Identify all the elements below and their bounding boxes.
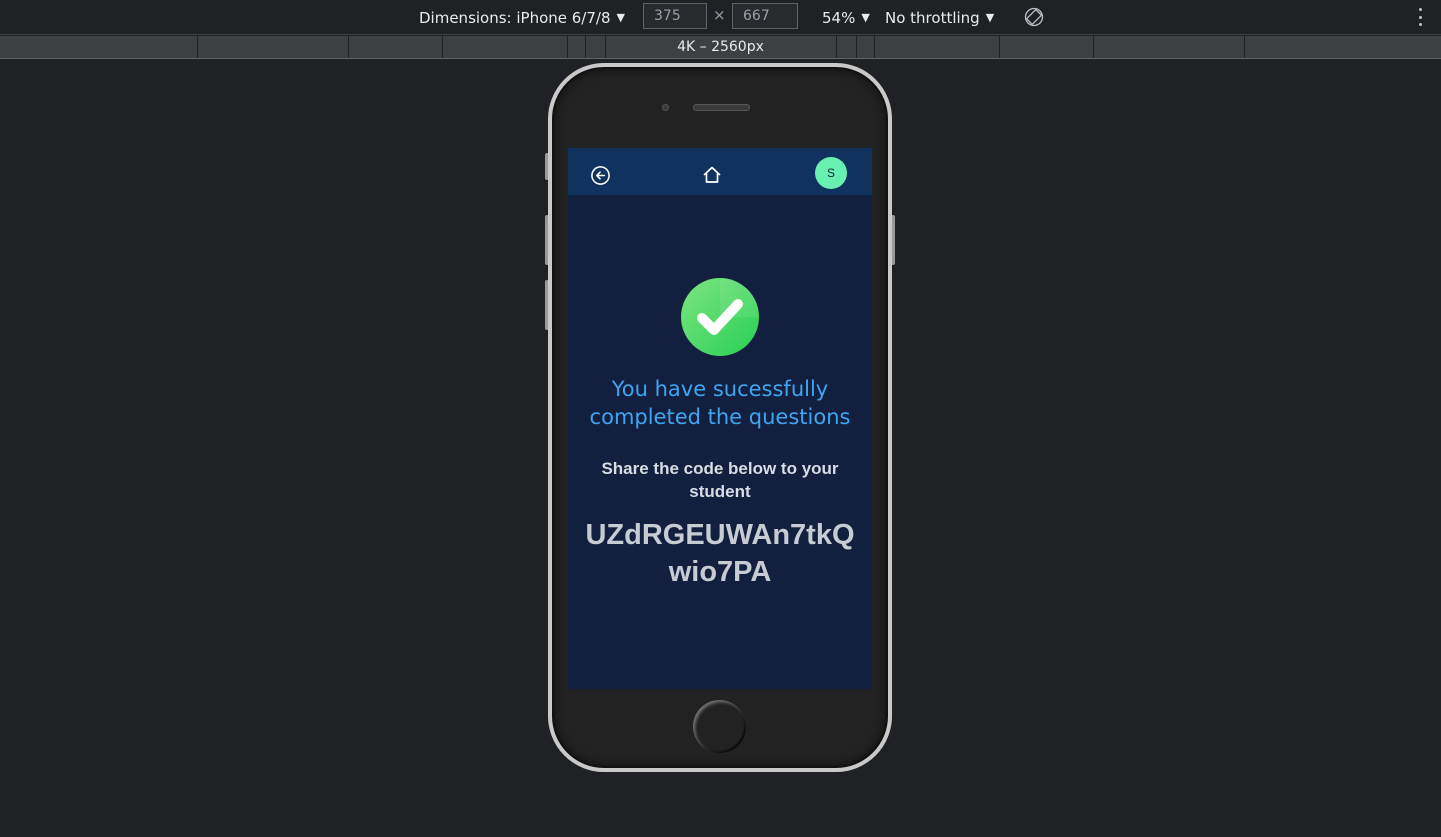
- back-arrow-icon[interactable]: [590, 165, 611, 186]
- app-header: S: [568, 148, 872, 195]
- phone-camera: [662, 104, 669, 111]
- width-input[interactable]: 375: [643, 3, 707, 29]
- success-title: You have sucessfully completed the quest…: [589, 377, 851, 429]
- dimensions-dropdown[interactable]: Dimensions: iPhone 6/7/8 ▼: [419, 0, 625, 35]
- check-circle-icon: [681, 278, 759, 356]
- height-input[interactable]: 667: [732, 3, 798, 29]
- zoom-label: 54%: [822, 8, 856, 27]
- throttling-dropdown[interactable]: No throttling ▼: [885, 0, 994, 35]
- app-screen: S You have sucessfully completed the que…: [568, 148, 872, 689]
- rotate-icon[interactable]: [1024, 7, 1044, 27]
- ruler-label: 4K – 2560px: [677, 39, 764, 55]
- phone-home-button: [693, 700, 746, 753]
- share-instructions: Share the code below to your student: [601, 459, 839, 501]
- phone-speaker: [693, 104, 750, 111]
- throttling-label: No throttling: [885, 8, 980, 27]
- triangle-down-icon: ▼: [985, 11, 995, 24]
- avatar[interactable]: S: [815, 157, 847, 189]
- more-options-icon[interactable]: [1414, 6, 1426, 28]
- device-toolbar: Dimensions: iPhone 6/7/8 ▼ 375 × 667 54%…: [0, 0, 1441, 35]
- home-icon[interactable]: [701, 164, 723, 186]
- share-code[interactable]: UZdRGEUWAn7tkQwio7PA: [568, 517, 872, 591]
- dimensions-label: Dimensions: iPhone 6/7/8: [419, 8, 611, 27]
- zoom-dropdown[interactable]: 54% ▼: [822, 0, 870, 35]
- triangle-down-icon: ▼: [616, 11, 625, 24]
- triangle-down-icon: ▼: [861, 11, 870, 24]
- times-symbol: ×: [713, 6, 726, 24]
- media-query-ruler[interactable]: 4K – 2560px: [0, 36, 1441, 59]
